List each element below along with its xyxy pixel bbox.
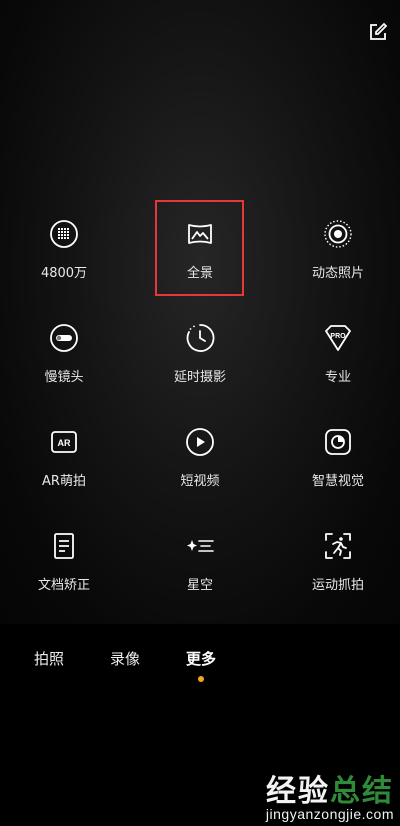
- mode-ar[interactable]: AR AR萌拍: [9, 426, 119, 516]
- mode-starry-sky[interactable]: 星空: [145, 530, 255, 620]
- watermark-title-part-b: 总结: [330, 774, 394, 809]
- tab-more[interactable]: 更多: [186, 648, 216, 669]
- mode-label: 延时摄影: [173, 370, 226, 385]
- grid-icon: [48, 218, 80, 250]
- watermark-title-part-a: 经验: [266, 774, 330, 809]
- mode-slow-motion[interactable]: 慢镜头: [9, 322, 119, 412]
- mode-sports-snap[interactable]: 运动抓拍: [283, 530, 393, 620]
- camera-more-modes-panel: 4800万 全景 动态照片 慢镜头 延时摄影 PRO 专业 AR AR萌拍 短视…: [0, 0, 400, 624]
- document-icon: [48, 530, 80, 562]
- edit-icon: [370, 22, 388, 40]
- tab-photo[interactable]: 拍照: [34, 648, 64, 669]
- mode-label: AR萌拍: [42, 474, 86, 489]
- mode-document[interactable]: 文档矫正: [9, 530, 119, 620]
- timelapse-icon: [184, 322, 216, 354]
- mode-label: 专业: [324, 370, 351, 385]
- tab-video[interactable]: 录像: [110, 648, 140, 669]
- active-tab-indicator: [198, 676, 204, 682]
- slow-motion-icon: [48, 322, 80, 354]
- watermark-title: 经验总结: [266, 766, 394, 810]
- mode-tab-bar: 拍照 录像 更多: [0, 624, 400, 694]
- edit-button[interactable]: [366, 20, 390, 44]
- mode-48mp[interactable]: 4800万: [9, 218, 119, 308]
- mode-label: 慢镜头: [44, 370, 84, 385]
- mode-label: 星空: [186, 578, 213, 593]
- watermark: 经验总结 jingyanzongjie.com: [266, 766, 394, 822]
- ar-badge-text: AR: [58, 438, 71, 448]
- pro-badge-text: PRO: [330, 333, 346, 340]
- mode-smart-vision[interactable]: 智慧视觉: [283, 426, 393, 516]
- ar-icon: AR: [48, 426, 80, 458]
- starry-sky-icon: [184, 530, 216, 562]
- watermark-url: jingyanzongjie.com: [265, 806, 394, 822]
- pro-icon: PRO: [322, 322, 354, 354]
- mode-label: 文档矫正: [37, 578, 90, 593]
- selected-mode-highlight: [155, 200, 244, 296]
- mode-pro[interactable]: PRO 专业: [283, 322, 393, 412]
- sports-snap-icon: [322, 530, 354, 562]
- mode-timelapse[interactable]: 延时摄影: [145, 322, 255, 412]
- live-photo-icon: [322, 218, 354, 250]
- mode-label: 运动抓拍: [311, 578, 364, 593]
- smart-vision-icon: [322, 426, 354, 458]
- short-video-icon: [184, 426, 216, 458]
- mode-short-video[interactable]: 短视频: [145, 426, 255, 516]
- mode-live-photo[interactable]: 动态照片: [283, 218, 393, 308]
- mode-label: 动态照片: [311, 266, 364, 281]
- mode-label: 短视频: [180, 474, 220, 489]
- mode-label: 智慧视觉: [311, 474, 364, 489]
- mode-label: 4800万: [40, 266, 88, 281]
